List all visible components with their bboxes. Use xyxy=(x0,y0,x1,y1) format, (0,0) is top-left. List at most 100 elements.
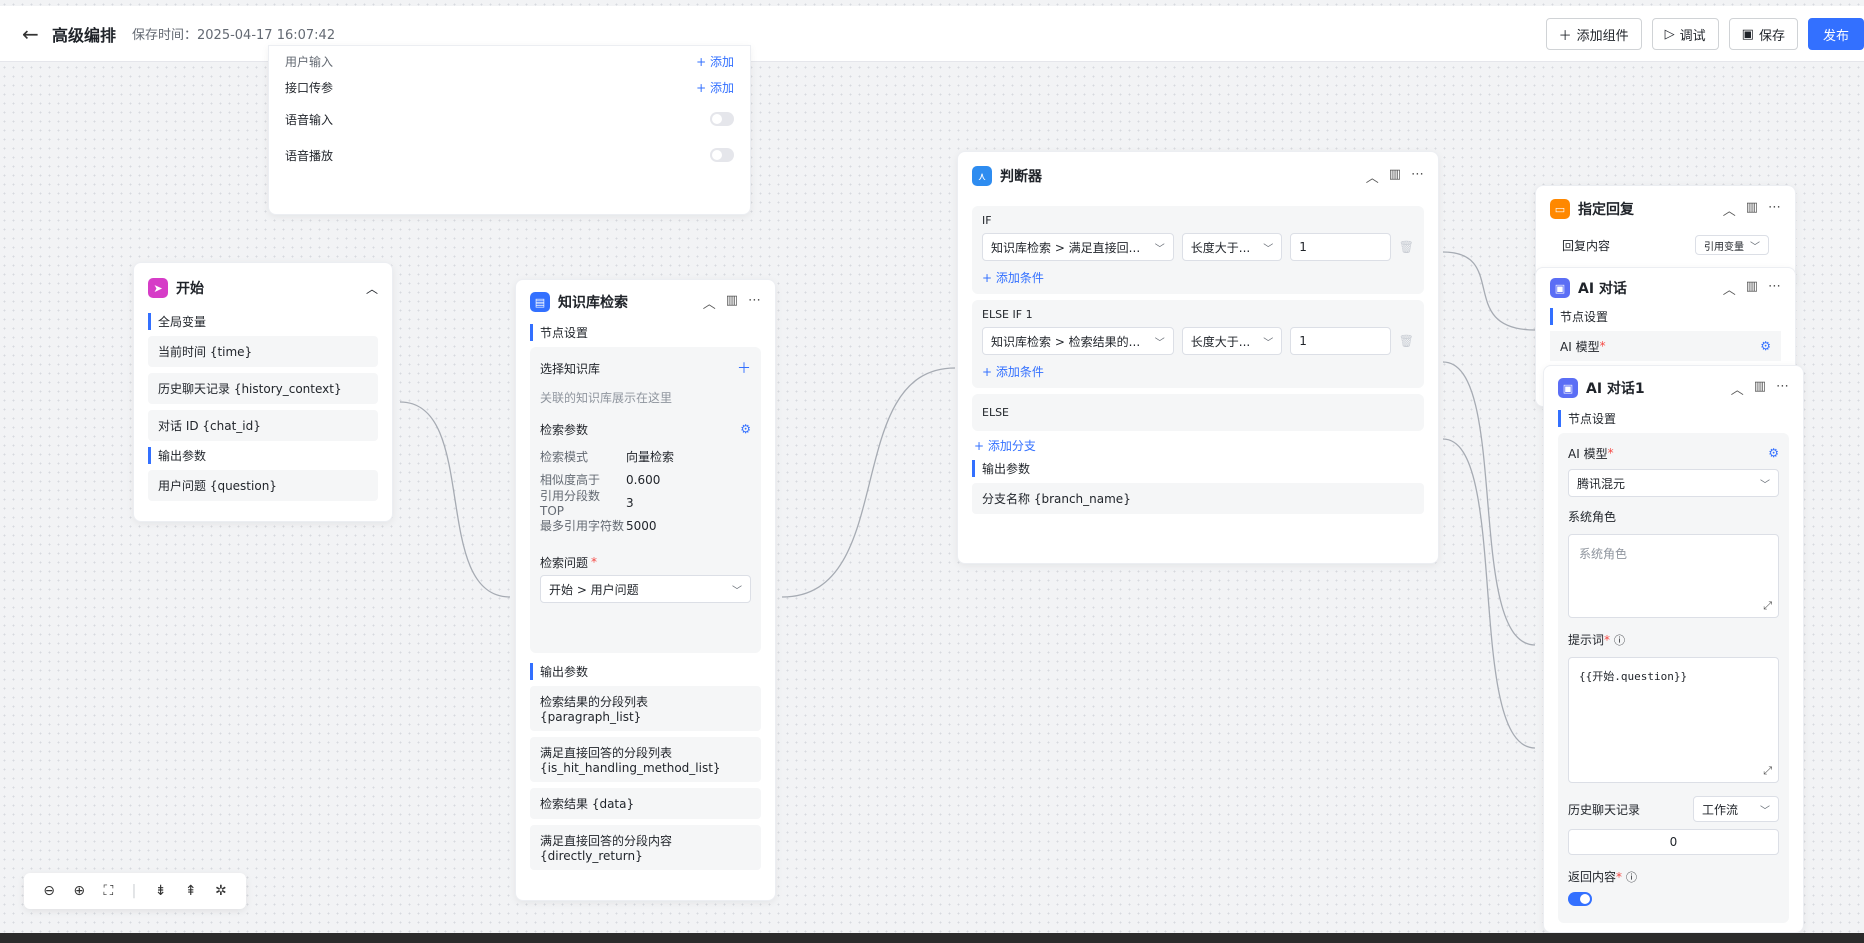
chart-icon[interactable]: ▥ xyxy=(1746,200,1758,219)
elseif-value-input[interactable]: 1 xyxy=(1290,327,1391,355)
ref-var-select[interactable]: 引用变量 ﹀ xyxy=(1695,235,1769,255)
wire-if-reply xyxy=(1442,251,1536,331)
back-arrow-icon[interactable]: ← xyxy=(22,22,52,46)
add-component-button[interactable]: ＋添加组件 xyxy=(1545,18,1642,50)
gear-icon[interactable]: ⚙ xyxy=(1768,446,1779,460)
collapse-icon[interactable]: ︿ xyxy=(366,280,378,297)
chevron-down-icon: ﹀ xyxy=(1760,805,1770,817)
more-icon[interactable]: ⋯ xyxy=(1768,279,1781,298)
user-input-row: 用户输入 + 添加 xyxy=(285,53,734,70)
api-params-add-link[interactable]: + 添加 xyxy=(696,79,734,96)
chart-icon[interactable]: ▥ xyxy=(1754,379,1766,398)
if-label: IF xyxy=(982,214,992,227)
expand-icon[interactable]: ⤢ xyxy=(1763,599,1772,613)
expand-icon[interactable]: ⤢ xyxy=(1763,764,1772,778)
add-condition-link[interactable]: + 添加条件 xyxy=(982,363,1414,380)
ai1-node-header: ▣ AI 对话1 ︿ ▥ ⋯ xyxy=(1544,366,1803,410)
info-icon[interactable]: ⓘ xyxy=(1626,869,1637,885)
app-settings-card: 用户输入 + 添加 接口传参 + 添加 语音输入 语音播放 xyxy=(268,45,751,215)
save-button[interactable]: ▣ 保存 xyxy=(1728,18,1798,50)
ai1-node-title: AI 对话1 xyxy=(1586,381,1645,397)
if-value-input[interactable]: 1 xyxy=(1290,233,1391,261)
if-operator-select[interactable]: 长度大于... ﹀ xyxy=(1181,233,1283,261)
history-select[interactable]: 工作流 ﹀ xyxy=(1693,796,1779,822)
voice-input-toggle[interactable] xyxy=(710,112,734,126)
gear-icon[interactable]: ⚙ xyxy=(740,422,751,436)
elseif-operator-select[interactable]: 长度大于... ﹀ xyxy=(1181,327,1283,355)
debug-button[interactable]: ▷ 调试 xyxy=(1651,18,1719,50)
more-icon[interactable]: ⋯ xyxy=(748,293,761,312)
add-branch-link[interactable]: + 添加分支 xyxy=(974,437,1422,454)
collapse-icon[interactable]: ︿ xyxy=(1366,167,1379,186)
info-icon[interactable]: ⓘ xyxy=(1614,632,1625,648)
add-condition-link[interactable]: + 添加条件 xyxy=(982,269,1414,286)
save-time: 保存时间：2025-04-17 16:07:42 xyxy=(132,28,336,43)
system-role-label: 系统角色 xyxy=(1568,510,1617,524)
elseif-field-select[interactable]: 知识库检索 > 检索结果的... ﹀ xyxy=(982,327,1174,355)
kb-search-node[interactable]: ▤ 知识库检索 ︿ ▥ ⋯ 节点设置 选择知识库 ＋ 关联的知识库展示在这里 检… xyxy=(515,279,776,901)
return-content-toggle[interactable] xyxy=(1568,892,1592,906)
question-select[interactable]: 开始 > 用户问题 ﹀ xyxy=(540,575,751,603)
ai1-node[interactable]: ▣ AI 对话1 ︿ ▥ ⋯ 节点设置 AI 模型 * ⚙ 腾讯混元 ﹀ 系统角… xyxy=(1543,365,1804,933)
api-params-row: 接口传参 + 添加 xyxy=(285,79,734,96)
fit-view-icon[interactable]: ⛶ xyxy=(103,883,113,899)
kb-node-header: ▤ 知识库检索 ︿ ▥ ⋯ xyxy=(516,280,775,324)
zoom-in-icon[interactable]: ⊕ xyxy=(73,883,85,899)
collapse-icon[interactable]: ︿ xyxy=(1723,279,1736,298)
user-input-add-link[interactable]: + 添加 xyxy=(696,53,734,70)
output-question: 用户问题 {question} xyxy=(148,470,378,501)
output-data: 检索结果 {data} xyxy=(530,788,761,819)
reply-node-title: 指定回复 xyxy=(1578,202,1634,218)
ai-model-select[interactable]: 腾讯混元 ﹀ xyxy=(1568,469,1779,497)
global-vars-label: 全局变量 xyxy=(148,313,378,330)
chevron-down-icon: ﹀ xyxy=(1750,241,1760,253)
collapse-icon[interactable]: ︿ xyxy=(703,293,716,312)
more-icon[interactable]: ⋯ xyxy=(1768,200,1781,219)
add-kb-plus-icon[interactable]: ＋ xyxy=(737,358,751,378)
output-directly-return: 满足直接回答的分段内容 {directly_return} xyxy=(530,825,761,870)
voice-play-toggle[interactable] xyxy=(710,148,734,162)
history-count-stepper[interactable]: 0 xyxy=(1568,829,1779,855)
param-row: 最多引用字符数 5000 xyxy=(540,518,657,534)
start-node-title: 开始 xyxy=(176,281,204,297)
start-node[interactable]: ➤ 开始 ︿ 全局变量 当前时间 {time} 历史聊天记录 {history_… xyxy=(133,262,393,522)
chart-icon[interactable]: ▥ xyxy=(726,293,738,312)
more-icon[interactable]: ⋯ xyxy=(1776,379,1789,398)
ai1-settings-panel: AI 模型 * ⚙ 腾讯混元 ﹀ 系统角色 系统角色 ⤢ 提示词 * ⓘ {{开… xyxy=(1558,433,1789,923)
expand-all-icon[interactable]: ⇞ xyxy=(185,883,197,899)
output-branch-name: 分支名称 {branch_name} xyxy=(972,483,1424,514)
history-row: 历史聊天记录 工作流 ﹀ xyxy=(1568,795,1779,823)
more-icon[interactable]: ⋯ xyxy=(1411,167,1424,186)
output-paragraph-list: 检索结果的分段列表 {paragraph_list} xyxy=(530,686,761,731)
kb-placeholder: 关联的知识库展示在这里 xyxy=(540,390,673,405)
param-row: 检索模式 向量检索 xyxy=(540,450,675,464)
auto-layout-icon[interactable]: ✲ xyxy=(215,883,227,899)
if-field-select[interactable]: 知识库检索 > 满足直接回... ﹀ xyxy=(982,233,1174,261)
judge-node[interactable]: ⋏ 判断器 ︿ ▥ ⋯ IF 知识库检索 > 满足直接回... ﹀ 长度大于...… xyxy=(957,151,1439,564)
search-params-row: 检索参数 ⚙ xyxy=(540,422,751,437)
voice-play-row: 语音播放 xyxy=(269,136,750,174)
knowledge-base-icon: ▤ xyxy=(530,292,550,312)
divider: | xyxy=(131,883,137,899)
wire-start-kb xyxy=(399,401,511,598)
zoom-out-icon[interactable]: ⊖ xyxy=(43,883,55,899)
collapse-icon[interactable]: ︿ xyxy=(1731,379,1744,398)
system-role-textarea[interactable]: 系统角色 ⤢ xyxy=(1568,534,1779,618)
taskbar-strip xyxy=(0,933,1864,943)
node-settings-label: 节点设置 xyxy=(1550,308,1781,325)
delete-icon[interactable]: 🗑 xyxy=(1399,334,1414,348)
collapse-icon[interactable]: ︿ xyxy=(1723,200,1736,219)
chart-icon[interactable]: ▥ xyxy=(1389,167,1401,186)
ai-node-header: ▣ AI 对话 ︿ ▥ ⋯ xyxy=(1536,268,1795,308)
delete-icon[interactable]: 🗑 xyxy=(1399,240,1414,254)
prompt-textarea[interactable]: {{开始.question}} ⤢ xyxy=(1568,657,1779,783)
voice-input-row: 语音输入 xyxy=(269,102,750,136)
publish-button[interactable]: 发布 xyxy=(1807,18,1864,50)
collapse-all-icon[interactable]: ⇟ xyxy=(155,883,167,899)
chevron-down-icon: ﹀ xyxy=(1154,243,1165,255)
reply-content-row: 回复内容 引用变量 ﹀ xyxy=(1536,232,1795,258)
ai-model-row: AI 模型 * ⚙ xyxy=(1568,446,1779,461)
ai-node-title: AI 对话 xyxy=(1578,281,1627,297)
chart-icon[interactable]: ▥ xyxy=(1746,279,1758,298)
gear-icon[interactable]: ⚙ xyxy=(1760,339,1771,353)
